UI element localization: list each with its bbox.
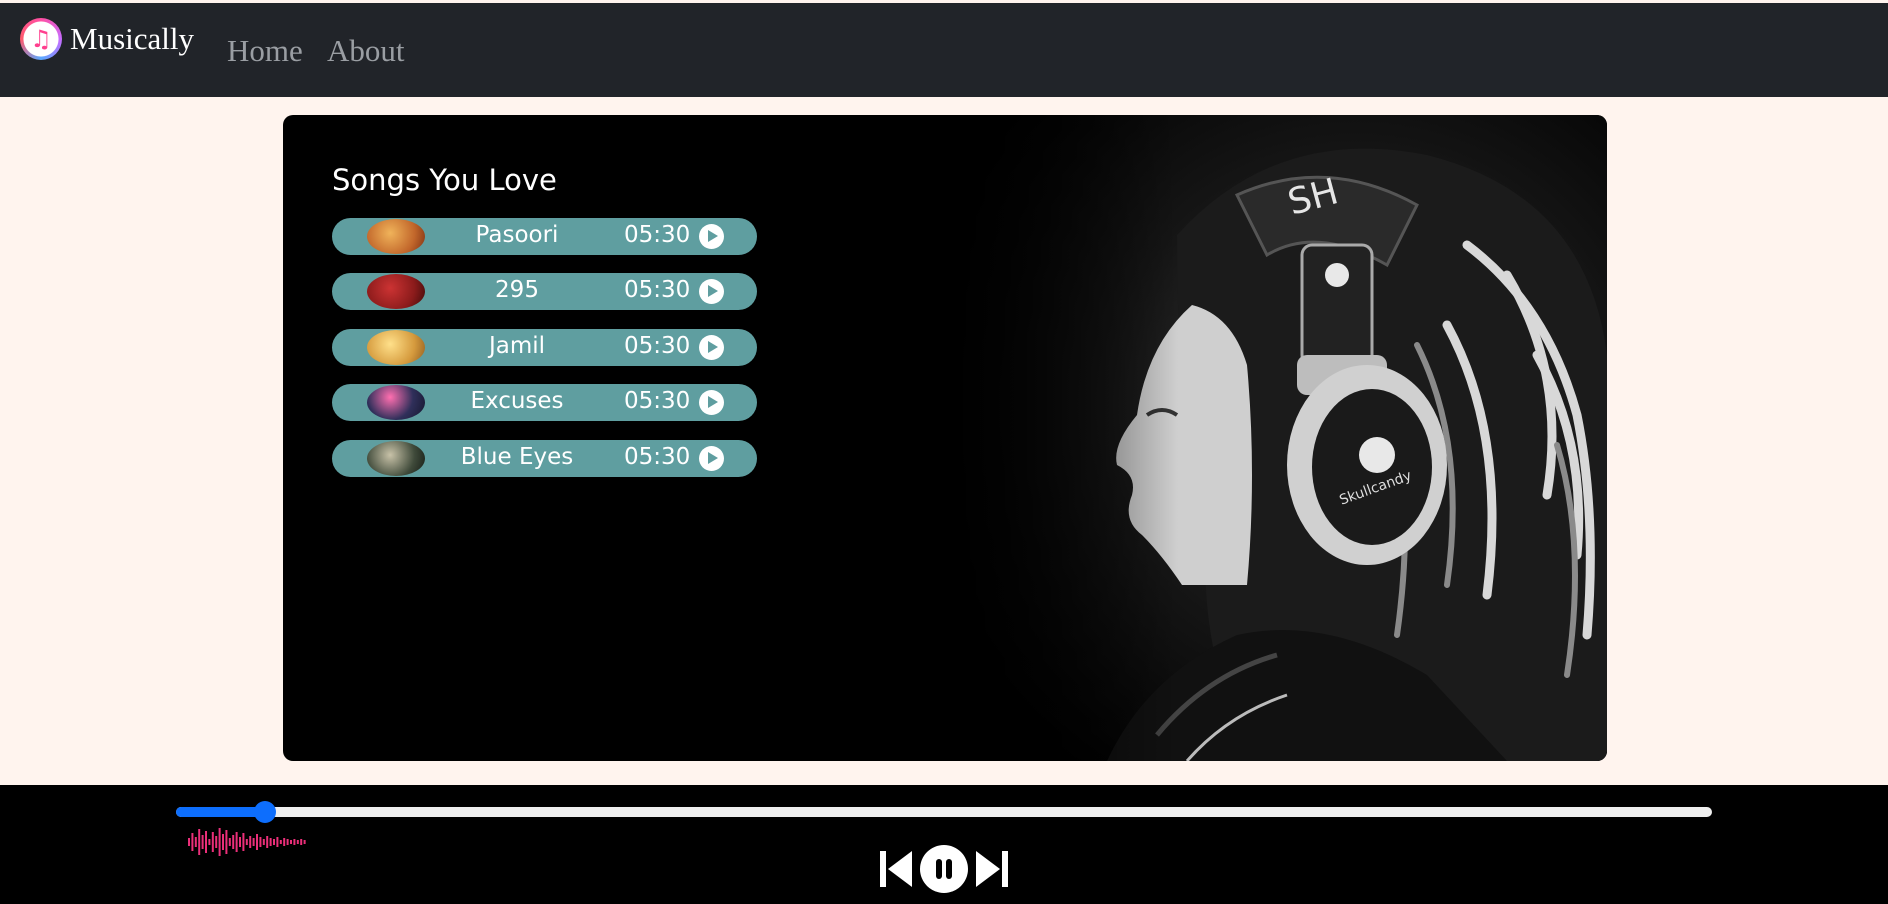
waveform-bar (242, 833, 245, 851)
nav-link-home[interactable]: Home (227, 33, 303, 69)
waveform-bar (188, 838, 190, 846)
waveform-bar (239, 837, 241, 847)
song-duration: 05:30 (624, 388, 691, 414)
player-bar (0, 785, 1888, 904)
music-note-icon: ♫ (20, 18, 62, 60)
navbar: ♫ Musically Home About (0, 3, 1888, 97)
song-item[interactable]: Pasoori 05:30 (332, 218, 757, 255)
pause-icon[interactable] (920, 845, 968, 893)
album-cover (367, 330, 425, 365)
song-name: Pasoori (475, 222, 559, 248)
waveform-bar (228, 838, 231, 846)
song-item[interactable]: Blue Eyes 05:30 (332, 440, 757, 477)
waveform-bar (198, 829, 201, 855)
waveform-bar (269, 838, 272, 846)
waveform-bar (296, 840, 299, 844)
nav-link-about[interactable]: About (327, 33, 405, 69)
next-icon[interactable] (974, 849, 1008, 889)
waveform-bar (201, 835, 204, 849)
waveform-bar (235, 832, 238, 852)
waveform-bar (290, 840, 292, 844)
song-name: Excuses (470, 388, 564, 414)
waveform-bar (225, 830, 228, 854)
waveform-bar (215, 836, 218, 848)
previous-icon[interactable] (880, 849, 914, 889)
play-icon[interactable] (699, 390, 724, 415)
song-item[interactable]: Excuses 05:30 (332, 384, 757, 421)
waveform-bar (279, 840, 282, 844)
album-cover (367, 274, 425, 309)
songs-card: SH Skullcandy Songs You Love Pasoori 05:… (283, 115, 1607, 761)
album-cover (367, 219, 425, 254)
waveform-bar (276, 837, 279, 847)
waveform-bar (266, 836, 269, 848)
album-cover (367, 441, 425, 476)
play-icon[interactable] (699, 335, 724, 360)
waveform-bar (211, 832, 214, 852)
brand-name: Musically (70, 21, 194, 56)
song-name: Jamil (488, 333, 546, 359)
waveform-bar (252, 838, 255, 846)
waveform-bar (232, 835, 235, 849)
waveform-bar (205, 831, 207, 853)
progress-slider[interactable] (176, 801, 1712, 823)
waveform-bar (222, 834, 224, 850)
song-name: 295 (495, 277, 539, 303)
waveform-bar (273, 839, 275, 845)
waveform-bar (208, 839, 211, 845)
waveform-bar (256, 834, 258, 850)
waveform-bar (249, 836, 252, 848)
playback-controls (880, 845, 1010, 895)
waveform-icon (188, 828, 306, 856)
song-name: Blue Eyes (460, 444, 574, 470)
progress-fill (176, 807, 266, 817)
progress-thumb[interactable] (254, 801, 277, 823)
waveform-bar (245, 839, 248, 845)
waveform-bar (262, 839, 265, 845)
album-cover (367, 385, 425, 420)
play-icon[interactable] (699, 446, 724, 471)
waveform-bar (293, 839, 296, 845)
waveform-bar (283, 838, 286, 846)
waveform-bar (300, 839, 303, 845)
song-duration: 05:30 (624, 444, 691, 470)
brand[interactable]: ♫ Musically (20, 18, 194, 60)
song-duration: 05:30 (624, 333, 691, 359)
song-item[interactable]: 295 05:30 (332, 273, 757, 310)
play-icon[interactable] (699, 279, 724, 304)
section-title: Songs You Love (332, 163, 557, 197)
waveform-bar (191, 833, 194, 851)
waveform-bar (218, 828, 221, 856)
play-icon[interactable] (699, 224, 724, 249)
song-item[interactable]: Jamil 05:30 (332, 329, 757, 366)
song-duration: 05:30 (624, 277, 691, 303)
hero-photo: SH Skullcandy (947, 115, 1607, 761)
waveform-bar (286, 839, 289, 845)
waveform-bar (259, 837, 262, 847)
waveform-bar (194, 837, 197, 847)
song-duration: 05:30 (624, 222, 691, 248)
waveform-bar (303, 840, 306, 844)
